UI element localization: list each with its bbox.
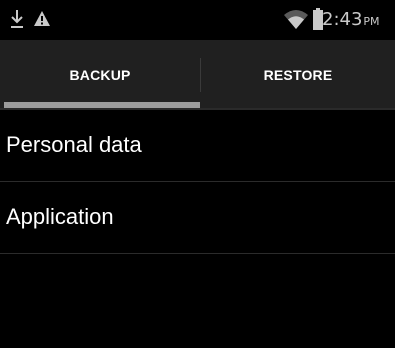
backup-options-list: Personal data Application — [0, 110, 395, 254]
list-item-personal-data[interactable]: Personal data — [0, 110, 395, 182]
wifi-icon — [284, 10, 308, 29]
status-time-value: 2:43 — [322, 9, 363, 30]
download-icon — [11, 10, 23, 28]
list-item-label: Personal data — [6, 132, 142, 157]
tab-restore-label: RESTORE — [263, 67, 333, 83]
list-item-label: Application — [6, 204, 114, 229]
tab-bar: BACKUP RESTORE — [0, 40, 395, 110]
tab-backup[interactable]: BACKUP — [0, 40, 200, 110]
warning-icon — [34, 11, 50, 26]
status-bar: 2:43PM — [0, 0, 395, 40]
status-time-ampm: PM — [363, 15, 380, 28]
list-item-application[interactable]: Application — [0, 182, 395, 254]
status-time: 2:43PM — [322, 9, 380, 33]
tab-restore[interactable]: RESTORE — [201, 40, 395, 110]
tab-backup-label: BACKUP — [69, 67, 131, 83]
